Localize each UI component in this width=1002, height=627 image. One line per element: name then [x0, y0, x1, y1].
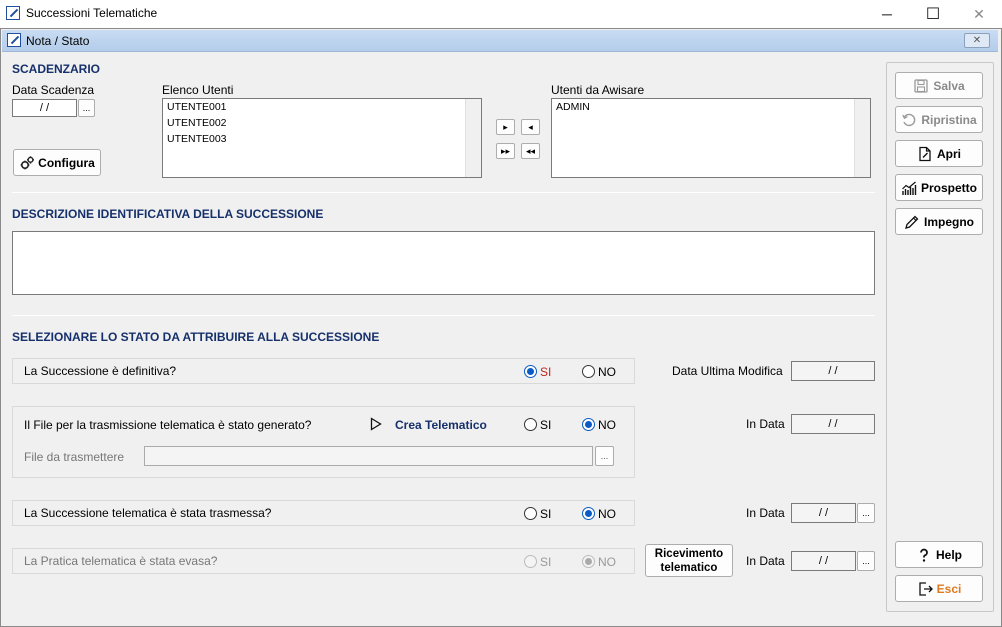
elenco-utenti-label: Elenco Utenti — [162, 83, 234, 97]
utenti-avvisare-list[interactable]: ADMIN — [551, 98, 871, 178]
prospetto-label: Prospetto — [920, 180, 977, 195]
file-generato-question: Il File per la trasmissione telematica è… — [24, 418, 312, 432]
ripristina-button[interactable]: Ripristina — [895, 106, 983, 133]
definitiva-si-radio[interactable] — [524, 365, 537, 378]
scadenzario-title: SCADENZARIO — [12, 62, 101, 76]
esci-button[interactable]: Esci — [895, 575, 983, 602]
window-title: Successioni Telematiche — [26, 6, 158, 20]
esci-label: Esci — [936, 581, 962, 596]
divider — [12, 192, 875, 193]
crea-telematico-link[interactable]: Crea Telematico — [395, 418, 487, 432]
restore-icon — [901, 112, 917, 128]
move-right-button[interactable]: ▸ — [496, 119, 515, 135]
list-item[interactable]: ADMIN — [556, 101, 590, 113]
dialog-close-button[interactable]: ✕ — [964, 33, 990, 48]
file-trasmettere-field — [144, 446, 593, 466]
definitiva-si-label: SI — [540, 365, 552, 379]
elenco-utenti-list[interactable]: UTENTE001 UTENTE002 UTENTE003 — [162, 98, 482, 178]
file-trasmettere-label: File da trasmettere — [24, 450, 125, 464]
scrollbar[interactable] — [854, 99, 870, 177]
in-data-label: In Data — [746, 506, 785, 520]
salva-label: Salva — [933, 78, 965, 93]
descrizione-title: DESCRIZIONE IDENTIFICATIVA DELLA SUCCESS… — [12, 207, 324, 221]
in-data-generato-field: / / — [791, 414, 875, 434]
stato-title: SELEZIONARE LO STATO DA ATTRIBUIRE ALLA … — [12, 330, 380, 344]
file-generato-si-radio[interactable] — [524, 418, 537, 431]
apri-label: Apri — [937, 146, 961, 161]
list-item[interactable]: UTENTE003 — [167, 133, 227, 145]
in-data-trasmessa-field[interactable]: / / — [791, 503, 856, 523]
help-label: Help — [935, 547, 962, 562]
salva-button[interactable]: Salva — [895, 72, 983, 99]
data-ultima-modifica-field: / / — [791, 361, 875, 381]
ripristina-label: Ripristina — [921, 112, 977, 127]
evasa-no-radio[interactable] — [582, 555, 595, 568]
evasa-no-label: NO — [598, 555, 616, 569]
impegno-label: Impegno — [924, 214, 974, 229]
list-item[interactable]: UTENTE002 — [167, 117, 227, 129]
exit-icon — [917, 581, 933, 597]
minimize-button[interactable]: ─ — [864, 0, 910, 28]
chart-icon — [901, 180, 917, 196]
ricevimento-line2: telematico — [660, 561, 718, 574]
ricevimento-line1: Ricevimento — [654, 547, 724, 560]
file-generato-no-radio[interactable] — [582, 418, 595, 431]
definitiva-no-radio[interactable] — [582, 365, 595, 378]
apri-button[interactable]: Apri — [895, 140, 983, 167]
evasa-si-label: SI — [540, 555, 552, 569]
file-trasmettere-browse-button[interactable]: ... — [595, 446, 614, 466]
prospetto-button[interactable]: Prospetto — [895, 174, 983, 201]
help-icon — [916, 547, 932, 563]
move-all-left-button[interactable]: ◂◂ — [521, 143, 540, 159]
descrizione-textarea[interactable] — [12, 231, 875, 295]
definitiva-no-label: NO — [598, 365, 616, 379]
configura-label: Configura — [38, 155, 95, 170]
data-scadenza-label: Data Scadenza — [12, 83, 95, 97]
trasmessa-si-radio[interactable] — [524, 507, 537, 520]
close-window-button[interactable]: ✕ — [956, 0, 1002, 28]
ricevimento-telematico-button[interactable]: Ricevimento telematico — [645, 544, 733, 577]
definitiva-question: La Successione è definitiva? — [24, 364, 177, 378]
play-icon[interactable] — [370, 417, 382, 431]
dialog-logo-icon — [7, 33, 21, 47]
gears-icon — [19, 155, 35, 171]
in-data-evasa-picker-button[interactable]: ... — [857, 551, 875, 571]
dialog-title: Nota / Stato — [26, 34, 90, 48]
file-generato-no-label: NO — [598, 418, 616, 432]
evasa-question: La Pratica telematica è stata evasa? — [24, 554, 218, 568]
move-left-button[interactable]: ◂ — [521, 119, 540, 135]
evasa-si-radio[interactable] — [524, 555, 537, 568]
maximize-button[interactable]: ☐ — [910, 0, 956, 28]
open-document-icon — [917, 146, 933, 162]
trasmessa-no-label: NO — [598, 507, 616, 521]
trasmessa-no-radio[interactable] — [582, 507, 595, 520]
file-generato-si-label: SI — [540, 418, 552, 432]
dialog-titlebar: Nota / Stato — [2, 30, 998, 52]
scrollbar[interactable] — [465, 99, 481, 177]
window-titlebar: Successioni Telematiche ─ ☐ ✕ — [0, 0, 1002, 28]
save-icon — [913, 78, 929, 94]
pen-icon — [904, 214, 920, 230]
help-button[interactable]: Help — [895, 541, 983, 568]
trasmessa-question: La Successione telematica è stata trasme… — [24, 506, 272, 520]
app-logo-icon — [6, 6, 20, 20]
data-ultima-modifica-label: Data Ultima Modifica — [672, 364, 783, 378]
data-scadenza-picker-button[interactable]: ... — [78, 99, 95, 117]
list-item[interactable]: UTENTE001 — [167, 101, 227, 113]
in-data-label: In Data — [746, 417, 785, 431]
file-generato-group — [12, 406, 635, 478]
data-scadenza-field[interactable]: / / — [12, 99, 77, 117]
in-data-evasa-field[interactable]: / / — [791, 551, 856, 571]
divider — [12, 315, 875, 316]
move-all-right-button[interactable]: ▸▸ — [496, 143, 515, 159]
trasmessa-si-label: SI — [540, 507, 552, 521]
impegno-button[interactable]: Impegno — [895, 208, 983, 235]
in-data-label: In Data — [746, 554, 785, 568]
configura-button[interactable]: Configura — [13, 149, 101, 176]
utenti-avvisare-label: Utenti da Awisare — [551, 83, 645, 97]
in-data-trasmessa-picker-button[interactable]: ... — [857, 503, 875, 523]
